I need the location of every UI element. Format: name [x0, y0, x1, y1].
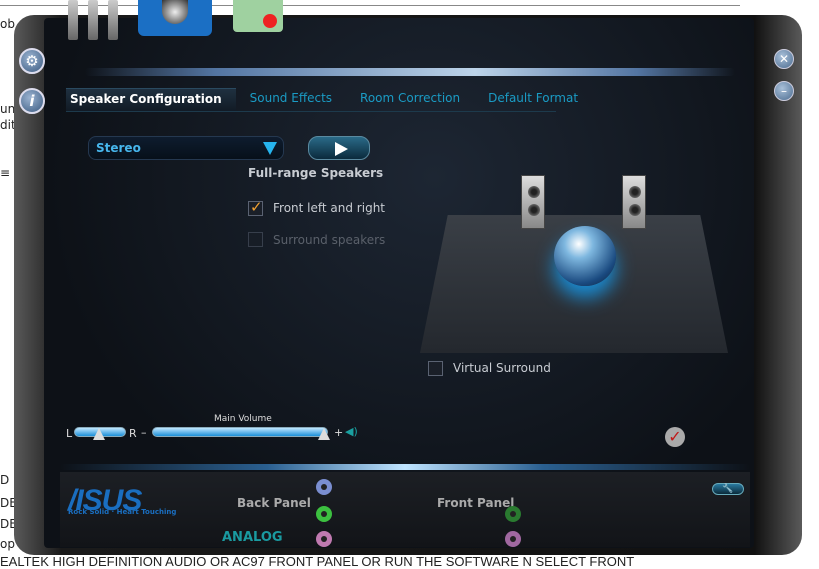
tab-default-format[interactable]: Default Format	[474, 88, 592, 112]
main-volume-thumb[interactable]	[318, 428, 330, 440]
lower-glow-bar	[60, 464, 750, 470]
analog-jack-icon[interactable]	[108, 0, 118, 40]
check-icon[interactable]: ✓	[665, 427, 685, 447]
surround-speakers-checkbox[interactable]	[248, 232, 263, 247]
front-headphone-port-icon[interactable]	[505, 506, 521, 522]
balance-left-label: L	[66, 427, 73, 440]
section-title: Full-range Speakers	[248, 166, 384, 180]
info-icon[interactable]: i	[19, 88, 45, 114]
microphone-tab-icon[interactable]	[138, 0, 212, 36]
play-test-button[interactable]	[308, 136, 370, 160]
line-out-port-icon[interactable]	[316, 506, 332, 522]
volume-minus-button[interactable]: –	[141, 426, 147, 439]
surround-speakers-label: Surround speakers	[273, 233, 386, 247]
volume-plus-button[interactable]: +	[334, 426, 343, 439]
right-speaker-icon[interactable]	[622, 175, 646, 229]
balance-slider-thumb[interactable]	[93, 428, 105, 440]
background-bottom-text: EALTEK HIGH DEFINITION AUDIO OR AC97 FRO…	[0, 554, 635, 569]
analog-label: ANALOG	[222, 530, 283, 545]
analog-jack-icon[interactable]	[68, 0, 78, 40]
speaker-volume-icon[interactable]: ◀)	[345, 425, 358, 438]
play-icon	[335, 142, 348, 156]
analog-jack-icon[interactable]	[88, 0, 98, 40]
tab-speaker-configuration[interactable]: Speaker Configuration	[66, 88, 236, 112]
back-panel-label: Back Panel	[237, 496, 311, 510]
top-glow-bar	[85, 68, 735, 76]
chevron-down-icon	[263, 142, 277, 155]
front-mic-port-icon[interactable]	[505, 531, 521, 547]
minimize-icon[interactable]: –	[774, 81, 794, 101]
wrench-icon[interactable]: 🔧	[712, 483, 744, 495]
mic-in-port-icon[interactable]	[316, 531, 332, 547]
tab-sound-effects[interactable]: Sound Effects	[236, 88, 346, 112]
dropdown-value: Stereo	[96, 141, 141, 155]
background-text: D	[0, 473, 10, 487]
virtual-surround-label: Virtual Surround	[453, 361, 551, 375]
background-text: un	[0, 102, 16, 116]
balance-right-label: R	[129, 427, 137, 440]
tab-underline	[66, 111, 556, 112]
front-panel-label: Front Panel	[437, 496, 515, 510]
background-text: op	[0, 537, 15, 551]
left-speaker-icon[interactable]	[521, 175, 545, 229]
settings-gear-icon[interactable]: ⚙	[19, 48, 45, 74]
background-text: ob	[0, 17, 15, 31]
front-left-right-label: Front left and right	[273, 201, 386, 215]
asus-tagline: Rock Solid · Heart Touching	[68, 508, 177, 516]
close-icon[interactable]: ✕	[774, 49, 794, 69]
virtual-surround-checkbox[interactable]	[428, 361, 443, 376]
front-left-right-checkbox[interactable]	[248, 198, 263, 216]
main-volume-slider[interactable]	[152, 427, 328, 437]
sound-card-tab-icon[interactable]	[233, 0, 283, 32]
tab-room-correction[interactable]: Room Correction	[346, 88, 474, 112]
listener-sphere-icon	[554, 226, 616, 286]
speaker-config-dropdown[interactable]: Stereo	[88, 136, 284, 160]
tab-bar: Speaker Configuration Sound Effects Room…	[66, 88, 592, 112]
background-text: ≡	[0, 166, 11, 180]
main-volume-title: Main Volume	[214, 414, 272, 424]
line-in-port-icon[interactable]	[316, 479, 332, 495]
